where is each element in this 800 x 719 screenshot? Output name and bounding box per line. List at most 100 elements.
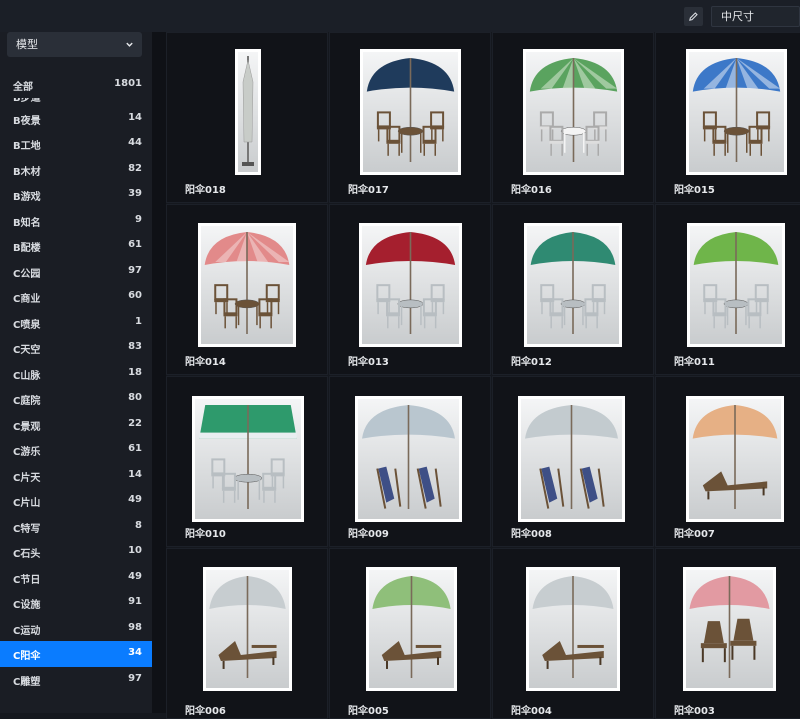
- sidebar-item[interactable]: B夜景 14: [0, 106, 152, 132]
- sidebar-item-label: C商业: [13, 294, 41, 305]
- model-thumbnail[interactable]: [360, 49, 461, 175]
- parasol-preview-image: [689, 399, 781, 519]
- model-card[interactable]: 阳伞009: [329, 376, 491, 547]
- sidebar-item[interactable]: C山脉 18: [0, 361, 152, 387]
- sidebar-item[interactable]: C石头 10: [0, 539, 152, 565]
- table-leg: [400, 303, 403, 326]
- sidebar-item-count: 1801: [114, 78, 142, 89]
- sidebar-item[interactable]: C雕塑 97: [0, 667, 152, 693]
- edit-button[interactable]: [684, 7, 703, 26]
- sidebar-item[interactable]: B步道 7: [0, 98, 152, 106]
- sidebar-item-label: B夜景: [13, 115, 41, 127]
- sidebar-item[interactable]: C景观 22: [0, 412, 152, 438]
- sidebar-item[interactable]: C节日 49: [0, 565, 152, 591]
- sidebar-item[interactable]: C游乐 61: [0, 437, 152, 463]
- model-card[interactable]: 阳伞011: [655, 204, 800, 375]
- model-thumbnail[interactable]: [523, 49, 624, 175]
- sidebar-item-count: 18: [128, 366, 142, 378]
- parasol-preview-image: [521, 399, 622, 519]
- sidebar-item[interactable]: C天空 83: [0, 335, 152, 361]
- model-thumbnail[interactable]: [686, 396, 784, 522]
- model-card[interactable]: 阳伞014: [166, 204, 328, 375]
- sidebar-item-count: 91: [128, 596, 142, 607]
- model-thumbnail[interactable]: [192, 396, 304, 522]
- model-card-label: 阳伞005: [348, 706, 389, 717]
- model-card[interactable]: 阳伞016: [492, 32, 654, 203]
- sidebar-item[interactable]: C设施 91: [0, 590, 152, 616]
- model-thumbnail[interactable]: [683, 567, 776, 691]
- model-thumbnail[interactable]: [235, 49, 261, 175]
- parasol-preview-image: [195, 399, 301, 519]
- size-select[interactable]: 中尺寸: [711, 6, 800, 27]
- chair-leg: [714, 129, 717, 142]
- model-thumbnail[interactable]: [355, 396, 462, 522]
- chair-leg: [594, 129, 596, 142]
- sidebar-item[interactable]: C庭院 80: [0, 386, 152, 412]
- model-thumbnail[interactable]: [524, 223, 622, 347]
- sidebar-item[interactable]: C片山 49: [0, 488, 152, 514]
- sidebar-item[interactable]: 全部 1801: [0, 72, 152, 98]
- sidebar-item[interactable]: B游戏 39: [0, 182, 152, 208]
- sidebar-item-label: C运动: [13, 625, 41, 637]
- umbrella-pole: [246, 576, 249, 678]
- sidebar-item-count: 7: [135, 98, 142, 100]
- model-thumbnail[interactable]: [203, 567, 292, 691]
- sidebar-item-label: B知名: [13, 217, 41, 229]
- model-card[interactable]: 阳伞005: [329, 548, 491, 719]
- chair-leg: [753, 645, 756, 660]
- sidebar-item[interactable]: B配楼 61: [0, 233, 152, 259]
- table-leg: [564, 131, 566, 153]
- model-thumbnail[interactable]: [518, 396, 625, 522]
- sidebar-item[interactable]: C阳伞 34: [0, 641, 152, 667]
- model-card-label: 阳伞007: [674, 529, 715, 540]
- model-card[interactable]: 阳伞007: [655, 376, 800, 547]
- chair-leg: [224, 316, 226, 329]
- chair-leg: [596, 316, 598, 329]
- chair-leg: [731, 645, 734, 660]
- sidebar-item-count: 49: [128, 494, 142, 505]
- sidebar-item[interactable]: C喷泉 1: [0, 310, 152, 336]
- model-thumbnail[interactable]: [359, 223, 462, 347]
- umbrella-pole: [735, 58, 738, 162]
- chair-leg: [550, 316, 552, 329]
- model-thumbnail[interactable]: [366, 567, 457, 691]
- model-card[interactable]: 阳伞008: [492, 376, 654, 547]
- lounger-leg: [599, 656, 602, 665]
- model-thumbnail[interactable]: [687, 223, 785, 347]
- model-card[interactable]: 阳伞017: [329, 32, 491, 203]
- chair-leg: [442, 302, 445, 315]
- side-table: [577, 644, 604, 648]
- chair-seat: [584, 313, 599, 317]
- table-leg: [237, 478, 239, 500]
- table-leg: [237, 303, 240, 326]
- sidebar-item-label: C阳伞: [13, 651, 41, 662]
- chair-leg: [768, 129, 770, 142]
- model-card[interactable]: 阳伞015: [655, 32, 800, 203]
- model-card[interactable]: 阳伞010: [166, 376, 328, 547]
- model-card[interactable]: 阳伞004: [492, 548, 654, 719]
- model-dropdown[interactable]: 模型: [7, 32, 142, 57]
- chair-leg: [766, 302, 769, 315]
- sidebar-item[interactable]: C公园 97: [0, 259, 152, 285]
- sidebar-item[interactable]: C特写 8: [0, 514, 152, 540]
- sidebar-item[interactable]: C片天 14: [0, 463, 152, 489]
- chair-leg: [222, 490, 225, 503]
- sidebar-item[interactable]: C商业 60: [0, 284, 152, 310]
- model-card[interactable]: 阳伞013: [329, 204, 491, 375]
- chair-leg: [270, 316, 272, 329]
- model-card[interactable]: 阳伞012: [492, 204, 654, 375]
- table-leg: [563, 303, 566, 326]
- sidebar-item[interactable]: B知名 9: [0, 208, 152, 234]
- parasol-preview-image: [201, 226, 293, 344]
- model-card[interactable]: 阳伞006: [166, 548, 328, 719]
- model-thumbnail[interactable]: [526, 567, 620, 691]
- model-thumbnail[interactable]: [686, 49, 787, 175]
- model-card-label: 阳伞013: [348, 357, 389, 368]
- chair-seat: [748, 140, 763, 144]
- sidebar-item[interactable]: B木材 82: [0, 157, 152, 183]
- model-card[interactable]: 阳伞018: [166, 32, 328, 203]
- model-card[interactable]: 阳伞003: [655, 548, 800, 719]
- sidebar-item[interactable]: B工地 44: [0, 131, 152, 157]
- model-thumbnail[interactable]: [198, 223, 296, 347]
- sidebar-item[interactable]: C运动 98: [0, 616, 152, 642]
